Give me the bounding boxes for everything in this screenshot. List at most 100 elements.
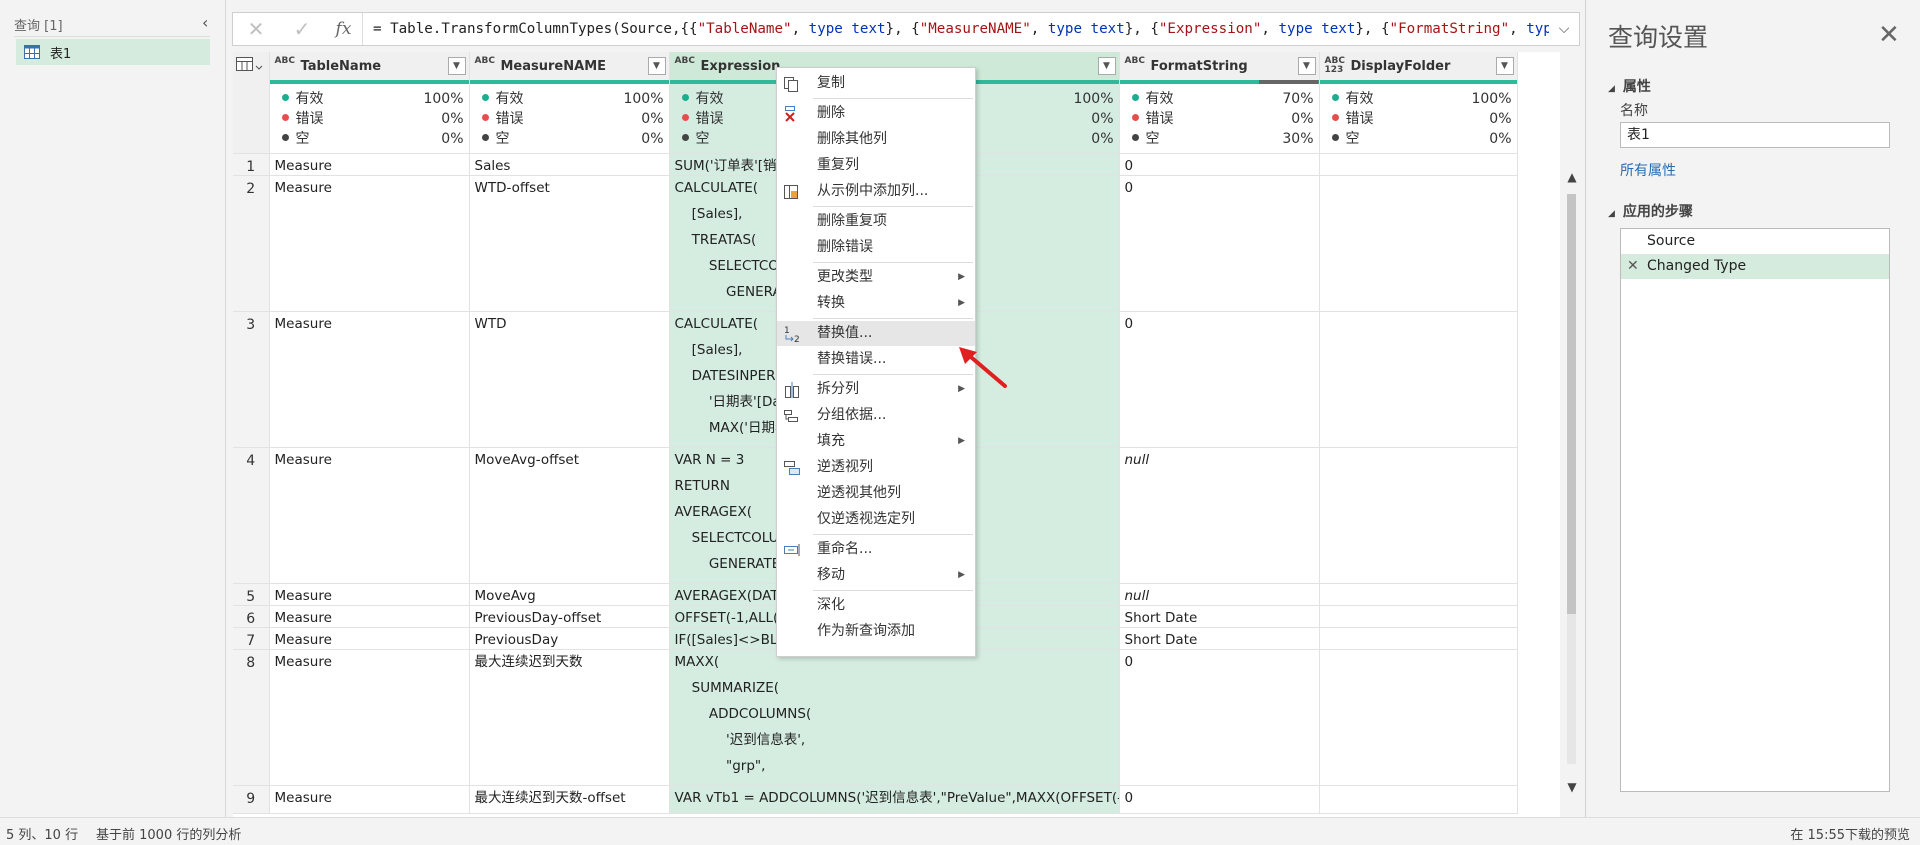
table-cell[interactable]	[1319, 153, 1518, 176]
scroll-up-icon[interactable]: ▲	[1564, 170, 1580, 184]
menu-item[interactable]: 从示例中添加列...	[777, 179, 975, 204]
table-cell[interactable]: MAXX( SUMMARIZE( ADDCOLUMNS( '迟到信息表', "g…	[669, 649, 1120, 786]
menu-item[interactable]: 删除	[777, 101, 975, 126]
table-cell[interactable]: VAR vTb1 = ADDCOLUMNS('迟到信息表',"PreValue"…	[669, 785, 1120, 814]
row-number[interactable]: 6	[233, 605, 270, 628]
table-cell[interactable]: null	[1119, 583, 1320, 606]
table-cell[interactable]: Measure	[269, 447, 470, 584]
row-number[interactable]: 4	[233, 447, 270, 584]
table-cell[interactable]: MoveAvg-offset	[469, 447, 670, 584]
cancel-formula-icon[interactable]: ✕	[233, 13, 279, 45]
collapse-chevron-icon[interactable]: ‹	[202, 13, 208, 32]
menu-item[interactable]: 重复列	[777, 153, 975, 178]
table-cell[interactable]	[1319, 583, 1518, 606]
table-cell[interactable]	[1319, 649, 1518, 786]
row-number[interactable]: 7	[233, 627, 270, 650]
menu-item[interactable]: 作为新查询添加	[777, 619, 975, 644]
expand-formula-chevron-icon[interactable]: ⌵	[1549, 21, 1579, 37]
table-cell[interactable]	[1319, 785, 1518, 814]
query-item-table1[interactable]: 表1	[16, 39, 210, 65]
table-cell[interactable]: Measure	[269, 605, 470, 628]
vertical-scrollbar[interactable]: ▲ ▼	[1564, 170, 1580, 800]
fx-icon[interactable]: fx	[325, 13, 363, 45]
row-number[interactable]: 8	[233, 649, 270, 786]
table-cell[interactable]	[1319, 627, 1518, 650]
menu-item[interactable]: 转换 ▶	[777, 291, 975, 316]
table-cell[interactable]: WTD	[469, 311, 670, 448]
menu-item[interactable]: 移动 ▶	[777, 563, 975, 588]
row-number[interactable]: 9	[233, 785, 270, 814]
column-header-displayfolder[interactable]: ABC 123 DisplayFolder ▼	[1319, 52, 1518, 80]
applied-steps-section[interactable]: 应用的步骤	[1608, 201, 1693, 221]
scroll-thumb[interactable]	[1567, 194, 1576, 614]
table-cell[interactable]: 0	[1119, 649, 1320, 786]
table-cell[interactable]: null	[1119, 447, 1320, 584]
filter-dropdown-icon[interactable]: ▼	[1495, 57, 1514, 75]
query-name-input[interactable]: 表1	[1620, 122, 1890, 148]
table-cell[interactable]: Measure	[269, 627, 470, 650]
table-cell[interactable]: MoveAvg	[469, 583, 670, 606]
all-properties-link[interactable]: 所有属性	[1620, 160, 1676, 180]
table-cell[interactable]: Measure	[269, 311, 470, 448]
menu-item[interactable]: 1 2 替换值...	[777, 321, 975, 346]
table-cell[interactable]: 最大连续迟到天数	[469, 649, 670, 786]
menu-item[interactable]: 填充 ▶	[777, 429, 975, 454]
row-number[interactable]: 2	[233, 175, 270, 312]
menu-item[interactable]: 更改类型 ▶	[777, 265, 975, 290]
table-cell[interactable]	[1319, 605, 1518, 628]
table-cell[interactable]: Sales	[469, 153, 670, 176]
text-type-icon[interactable]: ABC	[275, 57, 297, 75]
table-cell[interactable]: 最大连续迟到天数-offset	[469, 785, 670, 814]
filter-dropdown-icon[interactable]: ▼	[1097, 57, 1116, 75]
menu-item[interactable]: 替换错误...	[777, 347, 975, 372]
row-number[interactable]: 5	[233, 583, 270, 606]
table-cell[interactable]: Measure	[269, 583, 470, 606]
commit-formula-icon[interactable]: ✓	[279, 13, 325, 45]
menu-item[interactable]: 深化	[777, 593, 975, 618]
table-cell[interactable]: 0	[1119, 175, 1320, 312]
menu-item[interactable]: 逆透视列	[777, 455, 975, 480]
step-source[interactable]: Source	[1621, 229, 1889, 254]
table-cell[interactable]: PreviousDay	[469, 627, 670, 650]
table-cell[interactable]: 0	[1119, 153, 1320, 176]
table-cell[interactable]: Measure	[269, 153, 470, 176]
delete-step-icon[interactable]: ✕	[1627, 254, 1639, 279]
table-menu-corner[interactable]	[233, 52, 270, 80]
table-cell[interactable]	[1319, 175, 1518, 312]
table-cell[interactable]	[1319, 447, 1518, 584]
text-type-icon[interactable]: ABC	[475, 57, 497, 75]
column-header-measurename[interactable]: ABC MeasureNAME ▼	[469, 52, 670, 80]
row-number[interactable]: 1	[233, 153, 270, 176]
filter-dropdown-icon[interactable]: ▼	[447, 57, 466, 75]
properties-section[interactable]: 属性	[1608, 76, 1651, 96]
scroll-down-icon[interactable]: ▼	[1564, 780, 1580, 794]
text-type-icon[interactable]: ABC	[675, 57, 697, 75]
menu-item[interactable]: 删除重复项	[777, 209, 975, 234]
menu-item[interactable]: 删除其他列	[777, 127, 975, 152]
status-profiling[interactable]: 基于前 1000 行的列分析	[96, 824, 241, 843]
menu-item[interactable]: 分组依据...	[777, 403, 975, 428]
table-cell[interactable]: WTD-offset	[469, 175, 670, 312]
menu-item[interactable]: 删除错误	[777, 235, 975, 260]
column-header-tablename[interactable]: ABC TableName ▼	[269, 52, 470, 80]
column-header-formatstring[interactable]: ABC FormatString ▼	[1119, 52, 1320, 80]
table-cell[interactable]: Short Date	[1119, 605, 1320, 628]
table-cell[interactable]: PreviousDay-offset	[469, 605, 670, 628]
table-cell[interactable]	[1319, 311, 1518, 448]
table-cell[interactable]: 0	[1119, 311, 1320, 448]
step-changed-type[interactable]: ✕ Changed Type	[1621, 254, 1889, 279]
menu-item[interactable]: 重命名...	[777, 537, 975, 562]
filter-dropdown-icon[interactable]: ▼	[1297, 57, 1316, 75]
menu-item[interactable]: 拆分列 ▶	[777, 377, 975, 402]
table-cell[interactable]: Measure	[269, 175, 470, 312]
row-number[interactable]: 3	[233, 311, 270, 448]
close-icon[interactable]: ✕	[1878, 20, 1900, 50]
menu-item[interactable]: 复制	[777, 71, 975, 96]
text-type-icon[interactable]: ABC 123	[1325, 57, 1347, 75]
table-cell[interactable]: 0	[1119, 785, 1320, 814]
table-cell[interactable]: Measure	[269, 785, 470, 814]
text-type-icon[interactable]: ABC	[1125, 57, 1147, 75]
menu-item[interactable]: 逆透视其他列	[777, 481, 975, 506]
filter-dropdown-icon[interactable]: ▼	[647, 57, 666, 75]
table-cell[interactable]: Measure	[269, 649, 470, 786]
